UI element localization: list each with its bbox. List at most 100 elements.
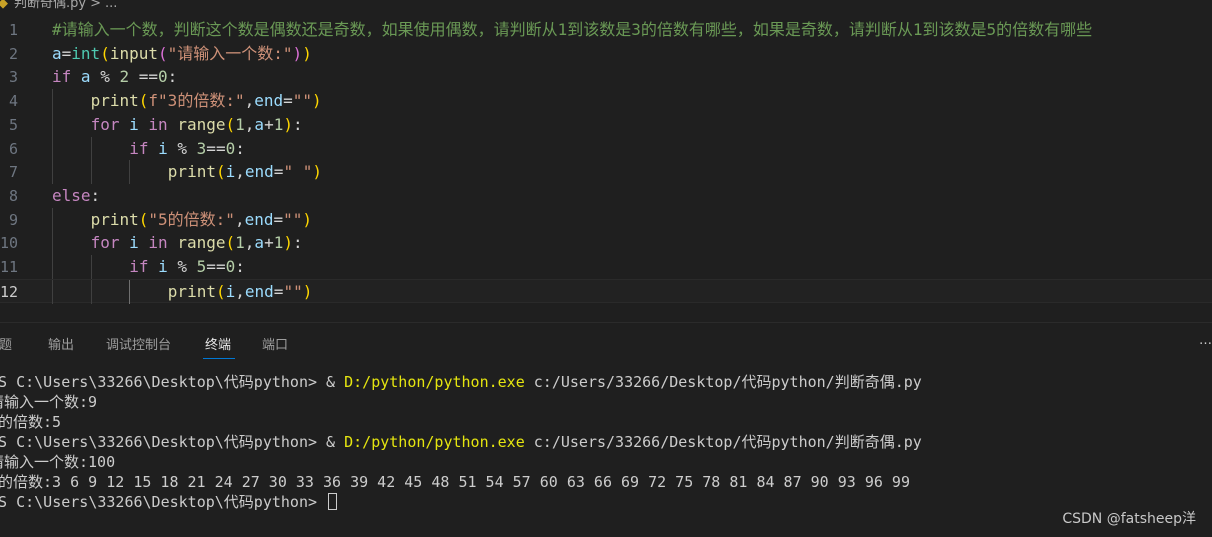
code-token: else <box>52 185 91 205</box>
terminal-argument: c:/Users/33266/Desktop/代码python/判断奇偶.py <box>524 433 922 451</box>
line-number: 10 <box>0 234 19 253</box>
code-line[interactable]: 8 else: <box>0 184 1212 208</box>
tab-output[interactable]: 输出 <box>48 334 74 353</box>
code-token: = <box>206 257 216 276</box>
indent-guide <box>52 160 53 185</box>
terminal-output: 3的倍数:3 6 9 12 15 18 21 24 27 30 33 36 39… <box>0 473 910 491</box>
code-token: % <box>100 67 110 87</box>
code-token: in <box>148 233 168 253</box>
code-token: 3 <box>196 138 207 158</box>
code-token: int <box>71 43 101 63</box>
code-token: 0 <box>158 67 168 87</box>
code-token: 0 <box>225 138 236 158</box>
code-line[interactable]: 3 if a % 2 ==0: <box>0 65 1212 89</box>
code-text: print("5的倍数:",end="") <box>91 208 312 232</box>
code-text: if i % 5==0: <box>129 255 245 279</box>
code-line[interactable]: 1 #请输入一个数，判断这个数是偶数还是奇数，如果使用偶数，请判断从1到该数是3的… <box>0 18 1212 42</box>
code-line[interactable]: 5 for i in range(1,a+1): <box>0 112 1212 137</box>
code-token: % <box>177 257 188 276</box>
code-token: range <box>177 114 226 134</box>
code-token: : <box>235 138 245 158</box>
line-number: 8 <box>8 186 18 205</box>
code-line[interactable]: 12 print(i,end="") <box>0 278 1212 304</box>
code-line[interactable]: 4 print(f"3的倍数:",end="") <box>0 89 1212 114</box>
code-token: i <box>158 257 168 276</box>
code-token: if <box>129 138 149 158</box>
terminal-line: 请输入一个数:9 <box>0 392 97 412</box>
code-token: for <box>90 233 120 253</box>
indent-guide <box>52 279 53 304</box>
indent-guide <box>52 231 53 256</box>
code-token: = <box>215 138 226 158</box>
code-token: ) <box>302 281 313 301</box>
code-token: 2 <box>119 67 130 87</box>
code-token: a <box>254 233 265 253</box>
code-token: i <box>225 162 236 182</box>
code-token: ( <box>158 43 168 63</box>
code-token: = <box>273 209 284 229</box>
code-line[interactable]: 10 for i in range(1,a+1): <box>0 231 1212 256</box>
code-line[interactable]: 9 print("5的倍数:",end="") <box>0 207 1212 232</box>
code-line[interactable]: 2 a=int(input("请输入一个数:")) <box>0 42 1212 66</box>
terminal-command: D:/python/python.exe <box>344 433 525 451</box>
code-token: a <box>80 67 91 87</box>
code-token: , <box>235 281 245 301</box>
code-token: end <box>244 281 274 301</box>
code-token: end <box>244 209 274 229</box>
tab-debug-console[interactable]: 调试控制台 <box>106 334 171 353</box>
code-line[interactable]: 7 print(i,end=" ") <box>0 160 1212 185</box>
code-token: in <box>148 114 168 134</box>
code-token: , <box>244 91 255 111</box>
code-token: if <box>129 257 149 276</box>
breadcrumb-more[interactable]: ... <box>105 0 117 10</box>
code-token: ( <box>225 114 236 134</box>
code-line[interactable]: 6 if i % 3==0: <box>0 136 1212 161</box>
indent-guide <box>52 255 53 279</box>
line-number: 9 <box>8 210 18 229</box>
code-token: , <box>244 233 255 253</box>
terminal-argument: c:/Users/33266/Desktop/代码python/判断奇偶.py <box>524 373 922 391</box>
code-token: print <box>167 162 216 182</box>
code-token: if <box>52 67 72 87</box>
tab-ports[interactable]: 端口 <box>262 334 288 353</box>
active-tab-indicator <box>203 358 235 359</box>
terminal[interactable]: PS C:\Users\33266\Desktop\代码python> & D:… <box>0 372 1212 537</box>
panel-more-icon[interactable]: … <box>1199 333 1212 348</box>
indent-guide <box>52 112 53 137</box>
line-number: 4 <box>8 92 18 111</box>
code-text: print(i,end=" ") <box>168 160 322 184</box>
code-token: : <box>292 233 303 253</box>
code-text: print(f"3的倍数:",end="") <box>91 89 322 113</box>
line-number: 2 <box>8 44 18 63</box>
code-token: print <box>90 91 139 111</box>
code-token: "" <box>283 281 303 301</box>
code-token: = <box>273 281 284 301</box>
terminal-line: PS C:\Users\33266\Desktop\代码python> & D:… <box>0 372 922 392</box>
line-number: 3 <box>8 68 18 87</box>
code-line[interactable]: 11 if i % 5==0: <box>0 255 1212 279</box>
code-token: ( <box>138 209 149 229</box>
code-token: ( <box>138 91 149 111</box>
indent-guide <box>90 279 92 304</box>
code-text: a=int(input("请输入一个数:")) <box>52 42 312 66</box>
terminal-output: 请输入一个数:9 <box>0 393 98 411</box>
terminal-cursor <box>328 493 338 510</box>
code-token: i <box>158 138 168 158</box>
terminal-line: PS C:\Users\33266\Desktop\代码python> <box>0 492 338 512</box>
code-token: + <box>264 114 274 134</box>
code-token: 1 <box>235 114 245 134</box>
breadcrumb-file[interactable]: 判断奇偶.py <box>14 0 86 10</box>
line-number: 11 <box>0 258 19 276</box>
code-token: ) <box>283 114 293 134</box>
code-token: "3的倍数:" <box>158 91 245 111</box>
code-token: a <box>52 43 62 63</box>
tab-terminal[interactable]: 终端 <box>205 334 231 353</box>
tab-problems[interactable]: 问题 <box>0 334 12 353</box>
line-number: 1 <box>8 21 18 39</box>
code-editor[interactable]: 1 #请输入一个数，判断这个数是偶数还是奇数，如果使用偶数，请判断从1到该数是3的… <box>0 14 1212 322</box>
terminal-output: 请输入一个数:100 <box>0 453 116 471</box>
code-token: "请输入一个数:" <box>167 43 293 63</box>
